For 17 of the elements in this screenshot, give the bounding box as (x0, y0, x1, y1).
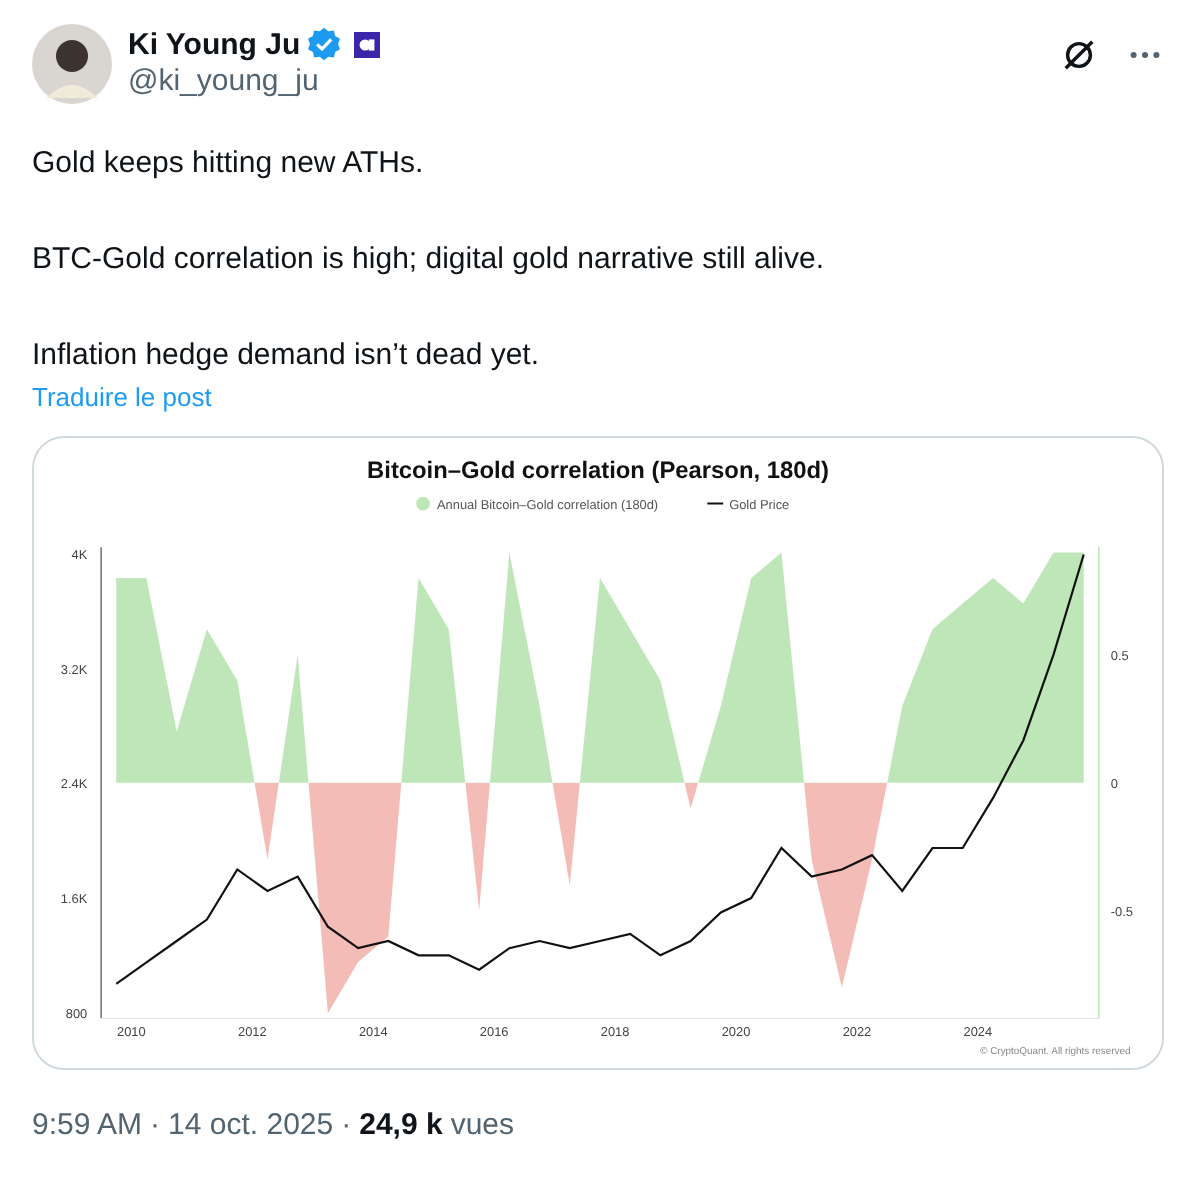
legend-line-icon (706, 502, 725, 505)
slashed-circle-icon[interactable] (1060, 36, 1098, 74)
view-count: 24,9 k (359, 1108, 443, 1142)
post-text: Inflation hedge demand isn’t dead yet. (32, 336, 542, 376)
affiliate-badge-icon[interactable] (354, 31, 381, 57)
avatar[interactable] (32, 24, 112, 104)
views-label: vues (450, 1108, 515, 1142)
author-handle[interactable]: @ki_young_ju (128, 64, 381, 98)
separator-dot: · (150, 1108, 161, 1142)
legend-dot-icon (416, 496, 431, 511)
separator-dot: · (341, 1108, 352, 1142)
post-meta-link[interactable]: 9:59 AM (32, 1108, 143, 1142)
chart-title: Bitcoin–Gold correlation (Pearson, 180d) (367, 455, 829, 484)
post-text: Gold keeps hitting new ATHs. (32, 144, 426, 184)
author-name[interactable]: Ki Young Ju (128, 27, 301, 61)
post-text: BTC-Gold correlation is high; digital gold narrative still alive. (32, 240, 827, 280)
post-meta-link[interactable]: 14 oct. 2025 (168, 1108, 334, 1142)
